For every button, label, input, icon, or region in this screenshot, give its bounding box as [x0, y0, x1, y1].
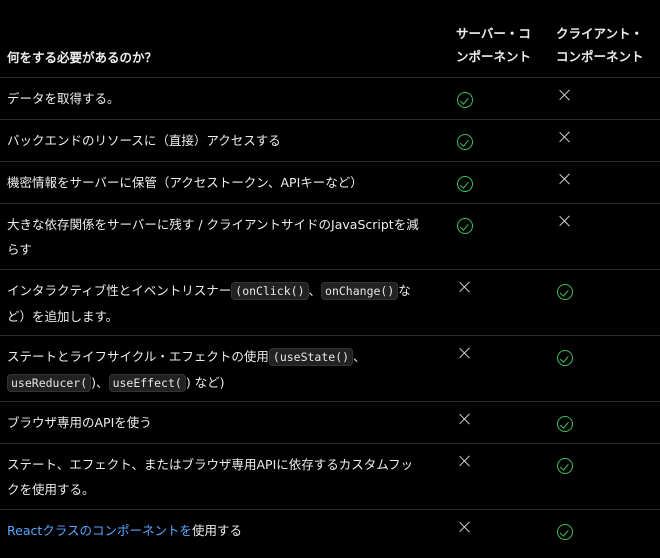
code-usereducer: useReducer( — [7, 374, 92, 392]
table-row: データを取得する。 — [0, 78, 660, 120]
x-icon — [557, 171, 573, 187]
table-row: ステート、エフェクト、またはブラウザ専用APIに依存するカスタムフッ クを使用す… — [0, 444, 660, 510]
table-row: 大きな依存関係をサーバーに残す / クライアントサイドのJavaScriptを減… — [0, 204, 660, 270]
check-icon — [457, 134, 473, 150]
code-usestate: (useState() — [268, 348, 354, 366]
row-label: バックエンドのリソースに（直接）アクセスする — [7, 133, 281, 148]
check-icon — [557, 416, 573, 432]
table-row: バックエンドのリソースに（直接）アクセスする — [0, 120, 660, 162]
x-icon — [457, 411, 473, 427]
code-useeffect: useEffect( — [108, 374, 186, 392]
header-question: 何をする必要があるのか？ — [7, 50, 158, 65]
check-icon — [557, 524, 573, 540]
x-icon — [457, 345, 473, 361]
check-icon — [457, 92, 473, 108]
row-label: ステートとライフサイクル・エフェクトの使用 (useState()、 useRed… — [7, 348, 366, 392]
header-client-components: クライアント・ コンポーネント — [556, 26, 644, 64]
table-row: ステートとライフサイクル・エフェクトの使用 (useState()、 useRed… — [0, 336, 660, 402]
x-icon — [557, 87, 573, 103]
row-label: ステート、エフェクト、またはブラウザ専用APIに依存するカスタムフッ クを使用す… — [7, 457, 414, 497]
check-icon — [557, 350, 573, 366]
table-header: 何をする必要があるのか？ サーバー・コ ンポーネント クライアント・ コンポーネ… — [0, 0, 660, 78]
x-icon — [557, 213, 573, 229]
table-row: Reactクラスのコンポーネントを使用する — [0, 510, 660, 558]
row-label: ブラウザ専用のAPIを使う — [7, 415, 152, 430]
row-label: インタラクティブ性とイベントリスナー (onClick()、 onChange() な… — [7, 282, 411, 324]
header-server-components: サーバー・コ ンポーネント — [456, 26, 532, 64]
row-label: 大きな依存関係をサーバーに残す / クライアントサイドのJavaScriptを減… — [7, 217, 419, 257]
x-icon — [457, 279, 473, 295]
check-icon — [557, 458, 573, 474]
x-icon — [457, 453, 473, 469]
react-class-components-link[interactable]: Reactクラスのコンポーネントを — [7, 523, 192, 538]
row-label: 機密情報をサーバーに保管（アクセストークン、APIキーなど） — [7, 175, 363, 190]
code-onclick: (onClick() — [231, 282, 309, 300]
check-icon — [457, 176, 473, 192]
x-icon — [557, 129, 573, 145]
table-row: インタラクティブ性とイベントリスナー (onClick()、 onChange() な… — [0, 270, 660, 336]
comparison-table: 何をする必要があるのか？ サーバー・コ ンポーネント クライアント・ コンポーネ… — [0, 0, 660, 558]
table-row: 機密情報をサーバーに保管（アクセストークン、APIキーなど） — [0, 162, 660, 204]
x-icon — [457, 519, 473, 535]
code-onchange: onChange() — [321, 282, 399, 300]
row-label: データを取得する。 — [7, 91, 120, 106]
row-label: Reactクラスのコンポーネントを使用する — [7, 523, 243, 538]
check-icon — [457, 218, 473, 234]
check-icon — [557, 284, 573, 300]
table-row: ブラウザ専用のAPIを使う — [0, 402, 660, 444]
